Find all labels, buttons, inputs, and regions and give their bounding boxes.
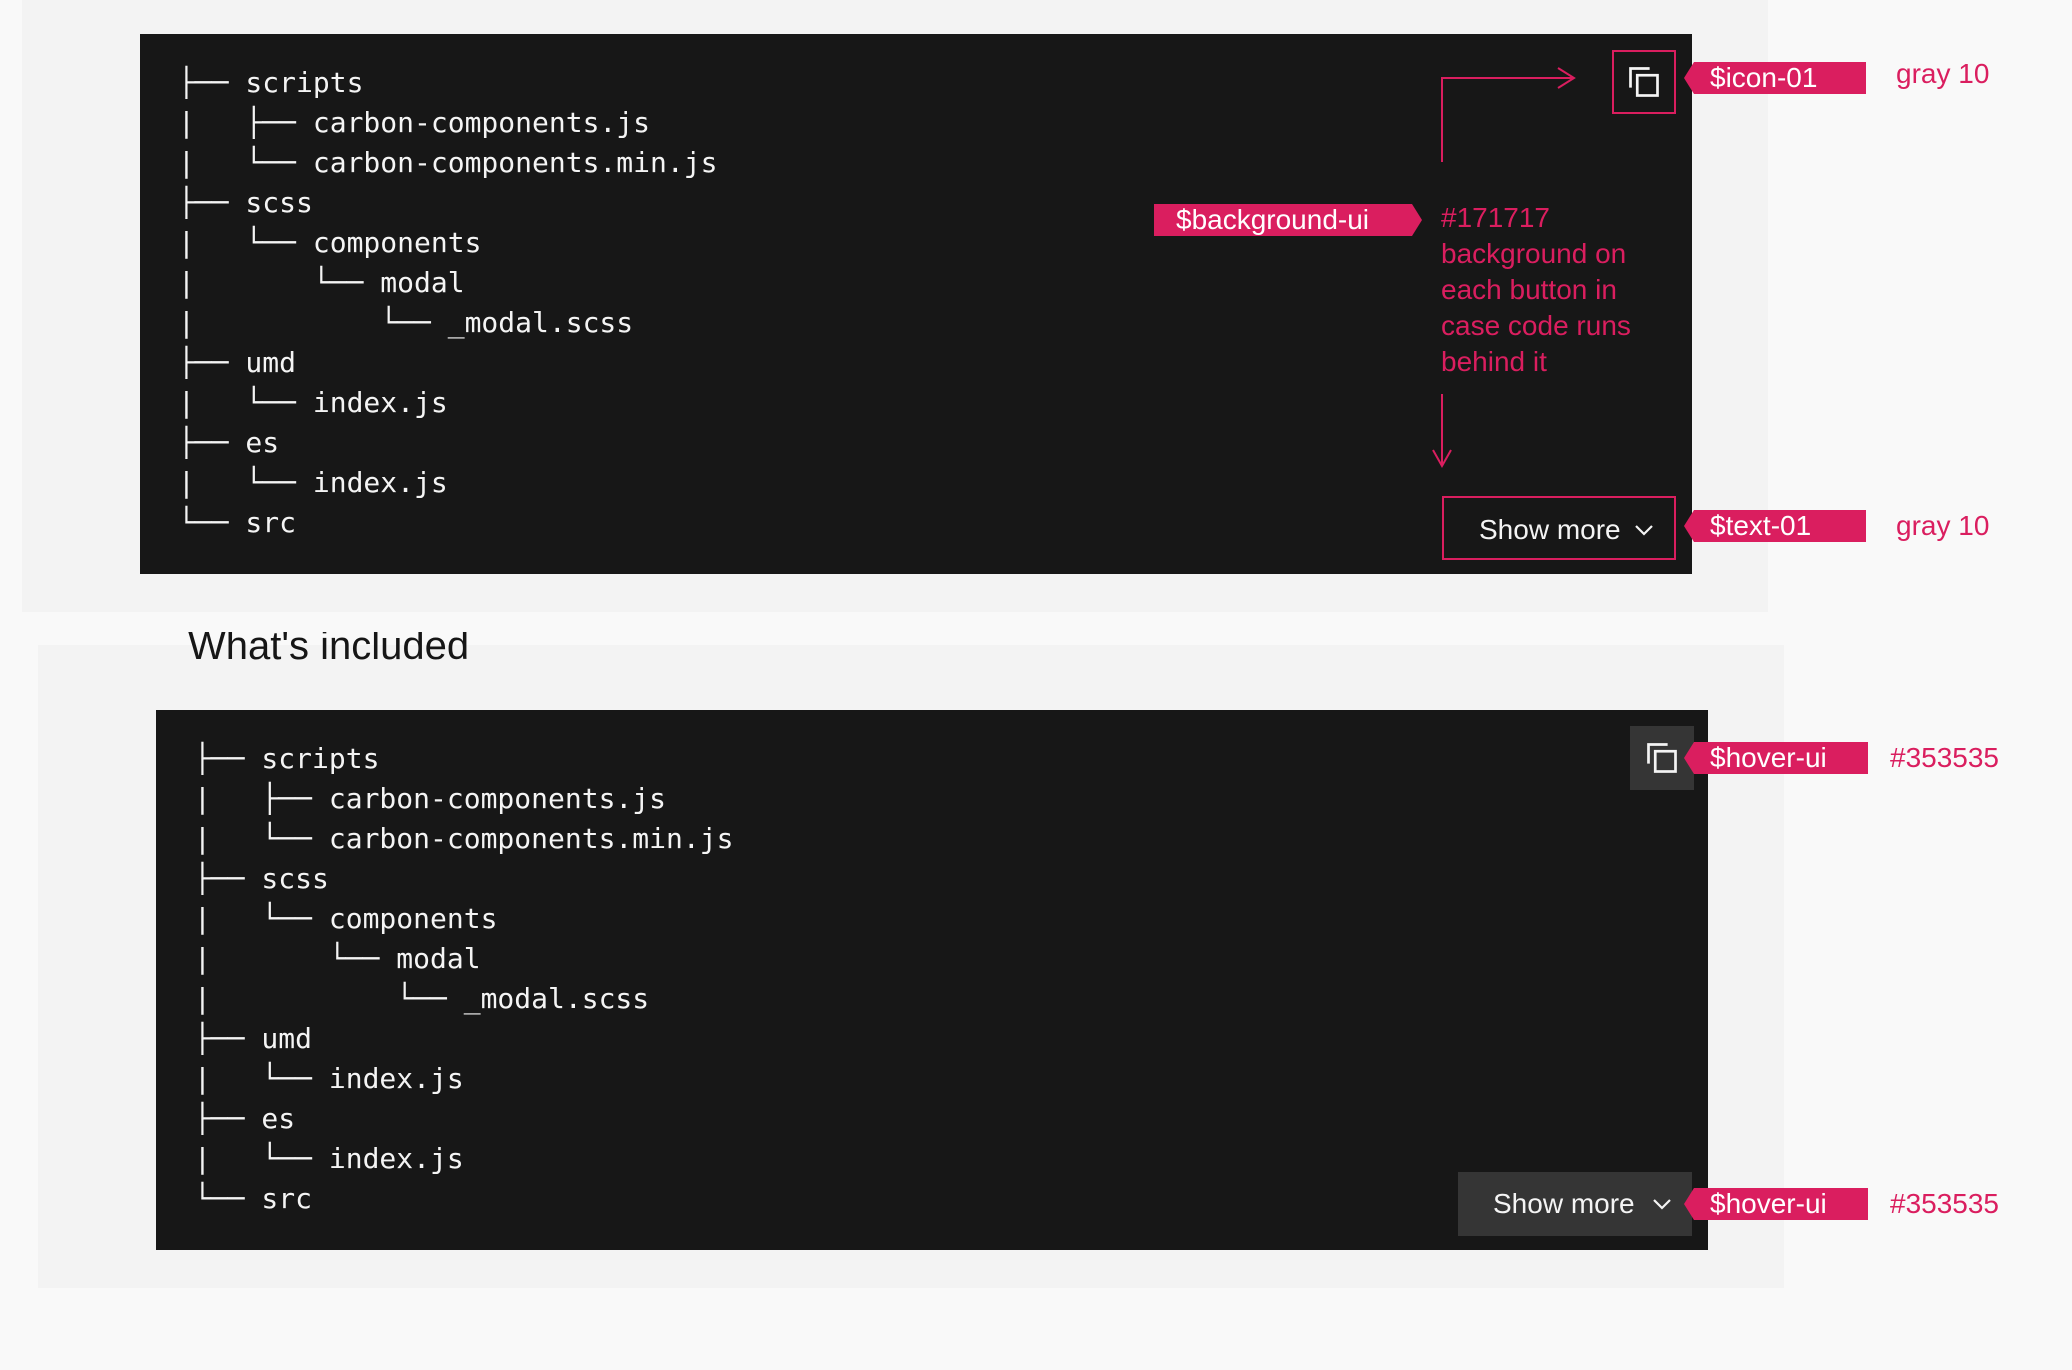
code-line: | └── carbon-components.min.js xyxy=(194,822,734,855)
hover-token-value-show-more: #353535 xyxy=(1890,1188,2000,1219)
text-token-value: gray 10 xyxy=(1896,510,1990,541)
code-line: | └── _modal.scss xyxy=(194,982,650,1015)
background-note-line: each button in xyxy=(1441,274,1617,305)
code-lines: ├── scripts | ├── carbon-components.js |… xyxy=(194,739,733,1219)
chevron-down-icon xyxy=(1653,1199,1671,1210)
hover-token-tag-copy: $hover-ui xyxy=(1684,742,1868,774)
hover-token-tag-show-more: $hover-ui xyxy=(1684,1188,1868,1220)
code-line: | └── index.js xyxy=(194,1142,464,1175)
icon-token-tag: $icon-01 xyxy=(1684,62,1866,94)
background-note-line: behind it xyxy=(1441,346,1547,377)
code-line: ├── scss xyxy=(194,862,329,895)
code-snippet-hover: ├── scripts | ├── carbon-components.js |… xyxy=(156,710,1708,1250)
code-line: ├── es xyxy=(194,1102,296,1135)
background-note-line: case code runs xyxy=(1441,310,1631,341)
code-line: | └── components xyxy=(194,902,498,935)
copy-icon xyxy=(1647,743,1677,773)
text-token-tag: $text-01 xyxy=(1684,510,1866,542)
code-line: ├── umd xyxy=(194,1022,313,1055)
code-line: | └── modal xyxy=(194,942,481,975)
section-title: What's included xyxy=(188,632,888,674)
background-note-line: #171717 xyxy=(1441,202,1551,233)
background-note-line: background on xyxy=(1441,238,1627,269)
show-more-label: Show more xyxy=(1493,1188,1635,1219)
icon-token-value: gray 10 xyxy=(1896,58,1990,89)
show-more-button[interactable]: Show more xyxy=(1458,1172,1692,1236)
code-line: | ├── carbon-components.js xyxy=(194,782,667,815)
background-note: #171717 background on each button in cas… xyxy=(1441,200,1631,380)
background-token-tag: $background-ui xyxy=(1154,204,1422,236)
section-title-text: What's included xyxy=(188,632,470,668)
code-line: └── src xyxy=(194,1182,313,1215)
code-line: ├── scripts xyxy=(194,742,380,775)
code-line: | └── index.js xyxy=(194,1062,464,1095)
hover-token-value-copy: #353535 xyxy=(1890,742,2000,773)
